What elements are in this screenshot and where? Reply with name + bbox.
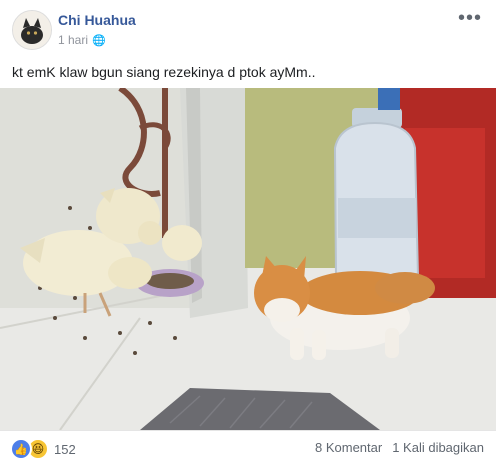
post-footer: 👍 😆 152 8 Komentar 1 Kali dibagikan [0,430,496,465]
like-reaction-icon: 👍 [10,438,32,460]
post-photo[interactable] [0,88,496,430]
timestamp-text[interactable]: 1 hari [58,33,88,47]
shares-count-link[interactable]: 1 Kali dibagikan [392,440,484,455]
globe-icon: 🌐 [92,34,106,47]
engagement-stats: 8 Komentar 1 Kali dibagikan [315,440,484,455]
post-header: Chi Huahua 1 hari 🌐 ••• [0,0,496,58]
post-timestamp[interactable]: 1 hari 🌐 [58,33,106,47]
comments-count-link[interactable]: 8 Komentar [315,440,382,455]
author-name[interactable]: Chi Huahua [58,12,136,28]
facebook-post: Chi Huahua 1 hari 🌐 ••• kt emK klaw bgun… [0,0,496,464]
photo-illustration [0,88,496,430]
author-avatar[interactable] [12,10,52,50]
more-options-icon[interactable]: ••• [458,8,482,28]
reaction-count[interactable]: 152 [54,442,76,457]
reactions-summary[interactable]: 👍 😆 152 [10,438,76,460]
post-caption: kt emK klaw bgun siang rezekinya d ptok … [12,64,316,80]
